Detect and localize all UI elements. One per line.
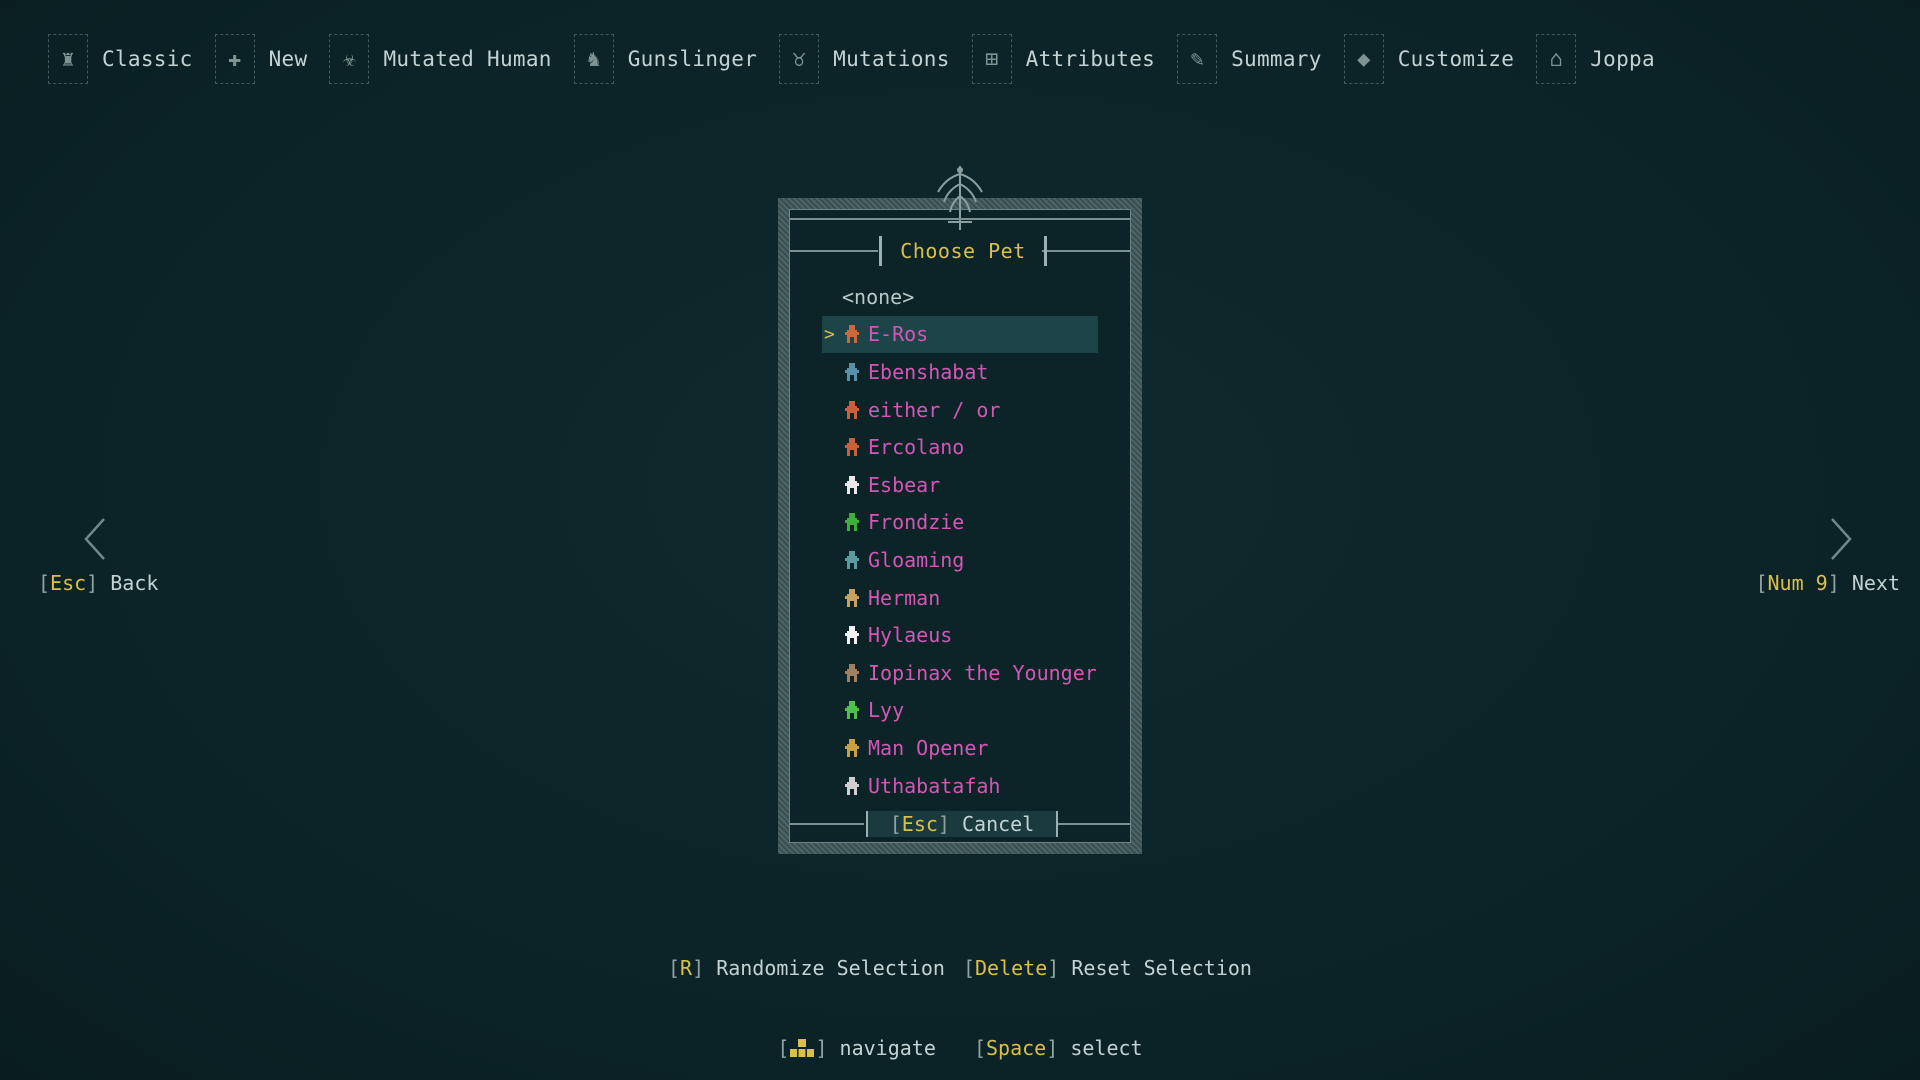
nav-tab-summary[interactable]: ✎ Summary (1177, 32, 1322, 86)
chevron-right-icon[interactable] (1826, 515, 1856, 563)
navigate-hint: [] navigate (777, 1036, 935, 1060)
horned-head-icon: ♉ (779, 34, 819, 84)
pet-option[interactable]: Frondzie (822, 504, 1098, 542)
pet-option[interactable]: Lyy (822, 692, 1098, 730)
pet-sprite-icon (842, 474, 862, 496)
cancel-rule-right (1056, 823, 1130, 825)
nav-tab-label: Gunslinger (628, 47, 757, 71)
pet-option[interactable]: either / or (822, 391, 1098, 429)
nav-tab-label: Attributes (1026, 47, 1155, 71)
pet-option[interactable]: Iopinax the Younger (822, 654, 1098, 692)
attributes-icon: ⊞ (972, 34, 1012, 84)
pet-sprite-icon (842, 662, 862, 684)
pet-sprite-icon (842, 511, 862, 533)
nav-tab-label: Customize (1398, 47, 1515, 71)
scroll-icon: ✎ (1177, 34, 1217, 84)
nav-tab-joppa[interactable]: ⌂ Joppa (1536, 32, 1655, 86)
nav-tab-mutated-human[interactable]: ☣ Mutated Human (329, 32, 551, 86)
pet-name: Frondzie (868, 510, 964, 534)
nav-tab-new[interactable]: ✚ New (215, 32, 308, 86)
pet-name: Uthabatafah (868, 774, 1000, 798)
pet-sprite-icon (842, 775, 862, 797)
pet-sprite-icon (842, 436, 862, 458)
pet-option[interactable]: Gloaming (822, 541, 1098, 579)
pet-sprite-icon (842, 624, 862, 646)
nav-tab-label: Summary (1231, 47, 1322, 71)
pet-name: either / or (868, 398, 1000, 422)
nav-tab-gunslinger[interactable]: ♞ Gunslinger (574, 32, 757, 86)
pet-option[interactable]: Man Opener (822, 729, 1098, 767)
nav-tab-label: Classic (102, 47, 193, 71)
randomize-selection-button[interactable]: [R] Randomize Selection (668, 956, 945, 980)
selection-actions: [R] Randomize Selection [Delete] Reset Se… (0, 956, 1920, 980)
next-hint[interactable]: [Num 9] Next (1755, 571, 1900, 595)
nav-tab-label: Joppa (1590, 47, 1655, 71)
pet-list: <none> > E-Ros Ebenshabat either / or Ercola… (822, 278, 1098, 804)
pet-name: Hylaeus (868, 623, 952, 647)
nav-tab-label: Mutations (833, 47, 950, 71)
pet-name: Ebenshabat (868, 360, 988, 384)
pet-sprite-icon (842, 587, 862, 609)
nav-tab-attributes[interactable]: ⊞ Attributes (972, 32, 1155, 86)
pet-option[interactable]: Uthabatafah (822, 767, 1098, 805)
pet-option[interactable]: Herman (822, 579, 1098, 617)
pet-name: E-Ros (868, 322, 928, 346)
pet-option[interactable]: Ercolano (822, 428, 1098, 466)
title-rule-right (1042, 250, 1130, 252)
dialog-top-rule (790, 218, 1130, 220)
pet-option[interactable]: Hylaeus (822, 616, 1098, 654)
pet-sprite-icon (842, 549, 862, 571)
pet-name: Man Opener (868, 736, 988, 760)
cancel-rule-left (790, 823, 864, 825)
nav-tab-customize[interactable]: ◆ Customize (1344, 32, 1515, 86)
pet-sprite-icon (842, 361, 862, 383)
title-rule-left (790, 250, 878, 252)
control-hints: [] navigate [Space] select (0, 1036, 1920, 1060)
nav-tab-classic[interactable]: ♜ Classic (48, 32, 193, 86)
pet-name: Lyy (868, 698, 904, 722)
pet-option-label: <none> (842, 285, 914, 309)
pet-sprite-icon (842, 323, 862, 345)
pet-name: Iopinax the Younger (868, 661, 1097, 685)
nav-tab-mutations[interactable]: ♉ Mutations (779, 32, 950, 86)
cancel-button[interactable]: [Esc] Cancel (866, 811, 1058, 837)
selection-caret: > (824, 324, 835, 345)
classic-icon: ♜ (48, 34, 88, 84)
brush-icon: ◆ (1344, 34, 1384, 84)
gunslinger-icon: ♞ (574, 34, 614, 84)
nav-tab-label: Mutated Human (383, 47, 551, 71)
pet-sprite-icon (842, 399, 862, 421)
dialog-title: Choose Pet (900, 239, 1025, 263)
mutant-icon: ☣ (329, 34, 369, 84)
plus-icon: ✚ (215, 34, 255, 84)
top-navigation: ♜ Classic ✚ New ☣ Mutated Human ♞ Gunslinger ♉ Mu… (48, 32, 1677, 86)
village-icon: ⌂ (1536, 34, 1576, 84)
pet-option[interactable]: > E-Ros (822, 316, 1098, 354)
pet-sprite-icon (842, 737, 862, 759)
back-hint[interactable]: [Esc] Back (38, 571, 158, 595)
pet-sprite-icon (842, 699, 862, 721)
pet-name: Esbear (868, 473, 940, 497)
dpad-icon (789, 1038, 815, 1058)
pet-option[interactable]: Esbear (822, 466, 1098, 504)
next-nav[interactable]: [Num 9] Next (1755, 515, 1900, 595)
pet-name: Herman (868, 586, 940, 610)
chevron-left-icon[interactable] (80, 515, 110, 563)
select-hint: [Space] select (974, 1036, 1143, 1060)
reset-selection-button[interactable]: [Delete] Reset Selection (963, 956, 1252, 980)
pet-option[interactable]: Ebenshabat (822, 353, 1098, 391)
back-nav[interactable]: [Esc] Back (38, 515, 158, 595)
dialog-title-frame: Choose Pet (879, 236, 1047, 266)
pet-name: Ercolano (868, 435, 964, 459)
crest-ornament-icon (926, 162, 994, 234)
pet-name: Gloaming (868, 548, 964, 572)
pet-option-none[interactable]: <none> (822, 278, 1098, 316)
nav-tab-label: New (269, 47, 308, 71)
